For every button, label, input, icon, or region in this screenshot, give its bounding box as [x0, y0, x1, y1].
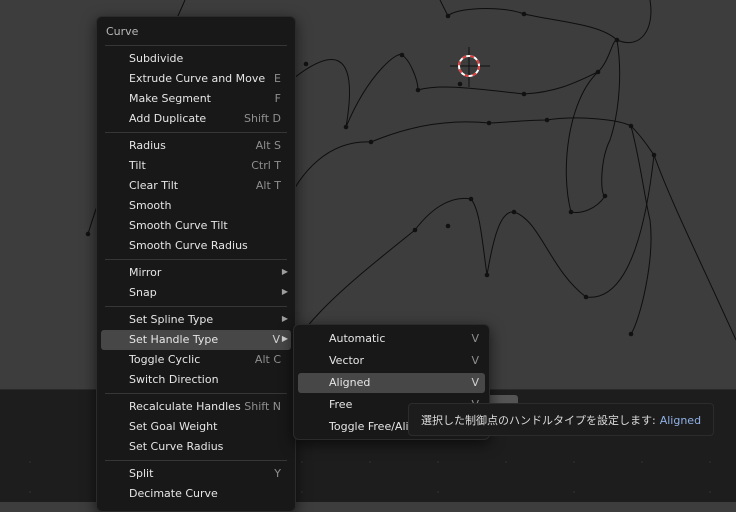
submenu-arrow-icon: ▶ [281, 314, 288, 323]
menu-item-make-segment[interactable]: Make Segment F [101, 89, 291, 109]
menu-item-aligned[interactable]: Aligned V [298, 373, 485, 393]
menu-item-vector[interactable]: Vector V [298, 351, 485, 371]
tooltip-value: Aligned [659, 414, 702, 427]
3d-cursor-icon[interactable] [450, 47, 490, 87]
menu-title: Curve [106, 25, 139, 38]
menu-item-automatic[interactable]: Automatic V [298, 329, 485, 349]
menu-item-smooth[interactable]: Smooth [101, 196, 291, 216]
menu-item-switch-direction[interactable]: Switch Direction [101, 370, 291, 390]
submenu-arrow-icon: ▶ [281, 334, 288, 343]
tooltip-description: 選択した制御点のハンドルタイプを設定します: [421, 414, 656, 427]
tooltip-text: 選択した制御点のハンドルタイプを設定します: Aligned [421, 412, 701, 428]
menu-separator [105, 45, 287, 46]
menu-item-set-curve-radius[interactable]: Set Curve Radius [101, 437, 291, 457]
menu-separator [105, 259, 287, 260]
menu-separator [105, 393, 287, 394]
tooltip: 選択した制御点のハンドルタイプを設定します: Aligned [408, 403, 714, 436]
menu-item-smooth-curve-tilt[interactable]: Smooth Curve Tilt [101, 216, 291, 236]
menu-item-extrude-curve-and-move[interactable]: Extrude Curve and Move E [101, 69, 291, 89]
menu-item-set-spline-type[interactable]: Set Spline Type ▶ [101, 310, 291, 330]
menu-item-snap[interactable]: Snap ▶ [101, 283, 291, 303]
menu-item-smooth-curve-radius[interactable]: Smooth Curve Radius [101, 236, 291, 256]
menu-item-toggle-cyclic[interactable]: Toggle Cyclic Alt C [101, 350, 291, 370]
menu-separator [105, 306, 287, 307]
menu-item-recalculate-handles[interactable]: Recalculate Handles Shift N [101, 397, 291, 417]
menu-separator [105, 460, 287, 461]
menu-item-subdivide[interactable]: Subdivide [101, 49, 291, 69]
submenu-arrow-icon: ▶ [281, 267, 288, 276]
menu-item-decimate-curve[interactable]: Decimate Curve [101, 484, 291, 504]
menu-item-set-goal-weight[interactable]: Set Goal Weight [101, 417, 291, 437]
submenu-arrow-icon: ▶ [281, 287, 288, 296]
menu-separator [105, 132, 287, 133]
menu-item-set-handle-type[interactable]: Set Handle Type V ▶ [101, 330, 291, 350]
curve-context-menu: Curve Subdivide Extrude Curve and Move E … [96, 16, 296, 512]
menu-item-split[interactable]: Split Y [101, 464, 291, 484]
menu-item-radius[interactable]: Radius Alt S [101, 136, 291, 156]
menu-item-clear-tilt[interactable]: Clear Tilt Alt T [101, 176, 291, 196]
menu-item-tilt[interactable]: Tilt Ctrl T [101, 156, 291, 176]
menu-item-add-duplicate[interactable]: Add Duplicate Shift D [101, 109, 291, 129]
menu-item-mirror[interactable]: Mirror ▶ [101, 263, 291, 283]
